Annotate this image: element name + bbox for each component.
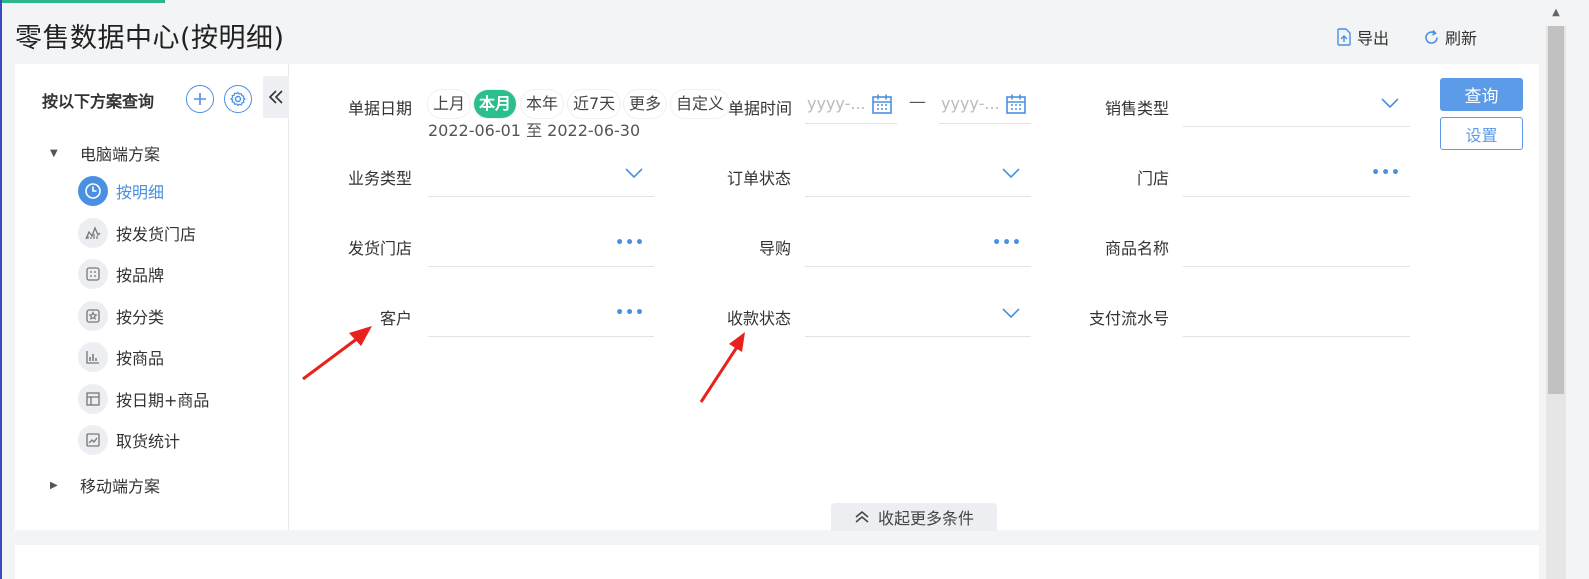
page-scrollbar-thumb[interactable] — [1548, 26, 1564, 394]
tree-group-label: 移动端方案 — [80, 477, 161, 496]
chip-this-month[interactable]: 本月 — [474, 90, 517, 118]
store-picker[interactable]: ••• — [1183, 160, 1410, 197]
calendar-icon — [1006, 94, 1026, 114]
export-label: 导出 — [1357, 29, 1390, 48]
doc-time-start-input[interactable]: yyyy-... — [805, 90, 897, 124]
more-dots-icon[interactable]: ••• — [615, 235, 645, 251]
query-button[interactable]: 查询 — [1440, 78, 1523, 111]
bar-chart-icon — [78, 342, 108, 372]
tree-item-detail[interactable]: 按明细 — [78, 176, 164, 206]
collapse-sidebar-button[interactable] — [263, 76, 289, 118]
date-placeholder: yyyy-... — [941, 94, 1000, 113]
sidebar-title: 按以下方案查询 — [42, 92, 155, 111]
chevron-down-icon — [625, 168, 643, 179]
results-card — [15, 545, 1539, 579]
tree-item-label: 按商品 — [116, 349, 165, 368]
tree-item-label: 按日期+商品 — [116, 391, 210, 410]
date-placeholder: yyyy-... — [807, 94, 866, 113]
add-scheme-button[interactable] — [186, 85, 214, 113]
doc-date-label: 单据日期 — [347, 99, 412, 118]
export-icon — [1337, 28, 1351, 46]
business-type-select[interactable] — [428, 160, 654, 197]
clock-icon — [78, 176, 108, 206]
ship-store-picker[interactable]: ••• — [428, 230, 654, 267]
star-box-icon — [78, 301, 108, 331]
page-title: 零售数据中心(按明细) — [15, 23, 285, 54]
guide-picker[interactable]: ••• — [805, 230, 1031, 267]
plus-icon — [194, 93, 206, 105]
business-type-label: 业务类型 — [347, 169, 412, 188]
scroll-up-arrow[interactable]: ▲ — [1549, 3, 1563, 23]
more-dots-icon[interactable]: ••• — [1371, 165, 1401, 181]
area-chart-icon — [78, 218, 108, 248]
ship-store-label: 发货门店 — [347, 239, 412, 258]
double-chevron-up-icon — [855, 511, 869, 523]
refresh-icon — [1425, 29, 1438, 44]
calendar-icon — [872, 94, 892, 114]
tree-group-label: 电脑端方案 — [80, 145, 161, 164]
customer-picker[interactable]: ••• — [428, 300, 654, 337]
tree-item-ship-store[interactable]: 按发货门店 — [78, 218, 196, 248]
top-accent-bar — [0, 0, 165, 3]
chip-this-year[interactable]: 本年 — [521, 90, 563, 118]
order-status-label: 订单状态 — [726, 169, 791, 188]
window-left-edge — [0, 0, 2, 579]
order-status-select[interactable] — [805, 160, 1031, 197]
chip-more[interactable]: 更多 — [624, 90, 666, 118]
gear-icon — [230, 91, 246, 107]
scheme-sidebar: 按以下方案查询 ▼ 电脑端方案 按明细 按发货门店 按品牌 按分类 按商品 按日… — [15, 64, 289, 530]
tree-item-label: 按分类 — [116, 308, 165, 327]
store-label: 门店 — [1136, 169, 1169, 188]
caret-down-icon: ▼ — [50, 147, 58, 159]
doc-time-label: 单据时间 — [727, 99, 792, 118]
doc-time-end-input[interactable]: yyyy-... — [939, 90, 1031, 124]
export-button[interactable]: 导出 — [1336, 25, 1389, 49]
layout-icon — [78, 384, 108, 414]
double-chevron-left-icon — [268, 90, 283, 104]
payment-status-select[interactable] — [805, 300, 1031, 337]
tree-item-label: 按品牌 — [116, 266, 165, 285]
tree-item-label: 取货统计 — [116, 432, 181, 451]
refresh-label: 刷新 — [1445, 29, 1478, 48]
payment-serial-input[interactable] — [1183, 300, 1410, 337]
customer-label: 客户 — [379, 309, 412, 328]
collapse-more-label: 收起更多条件 — [877, 509, 974, 528]
chip-last-7-days[interactable]: 近7天 — [568, 90, 620, 118]
chevron-down-icon — [1002, 168, 1020, 179]
tree-item-label: 按明细 — [116, 183, 165, 202]
tree-group-desktop[interactable]: ▼ 电脑端方案 — [50, 141, 160, 165]
payment-serial-label: 支付流水号 — [1088, 309, 1169, 328]
tree-item-product[interactable]: 按商品 — [78, 342, 164, 372]
brand-card-icon — [78, 259, 108, 289]
payment-status-label: 收款状态 — [726, 309, 791, 328]
settings-button[interactable]: 设置 — [1440, 117, 1523, 150]
tree-item-label: 按发货门店 — [116, 225, 197, 244]
guide-label: 导购 — [758, 239, 791, 258]
line-chart-icon — [78, 425, 108, 455]
product-name-input[interactable] — [1183, 230, 1410, 267]
chevron-down-icon — [1381, 98, 1399, 109]
sales-type-label: 销售类型 — [1104, 99, 1169, 118]
scheme-settings-button[interactable] — [224, 85, 252, 113]
date-range-text: 2022-06-01 至 2022-06-30 — [428, 121, 641, 140]
tree-item-brand[interactable]: 按品牌 — [78, 259, 164, 289]
tree-group-mobile[interactable]: ▶ 移动端方案 — [50, 473, 160, 497]
tree-item-category[interactable]: 按分类 — [78, 301, 164, 331]
more-dots-icon[interactable]: ••• — [992, 235, 1022, 251]
date-separator: — — [909, 92, 926, 112]
collapse-more-conditions-button[interactable]: 收起更多条件 — [831, 503, 997, 531]
chevron-down-icon — [1002, 308, 1020, 319]
tree-item-pickup-stats[interactable]: 取货统计 — [78, 425, 180, 455]
refresh-button[interactable]: 刷新 — [1423, 25, 1477, 49]
more-dots-icon[interactable]: ••• — [615, 305, 645, 321]
caret-right-icon: ▶ — [50, 479, 58, 491]
sales-type-select[interactable] — [1183, 90, 1410, 127]
product-name-label: 商品名称 — [1104, 239, 1169, 258]
chip-last-month[interactable]: 上月 — [428, 90, 470, 118]
tree-item-date-product[interactable]: 按日期+商品 — [78, 384, 209, 414]
